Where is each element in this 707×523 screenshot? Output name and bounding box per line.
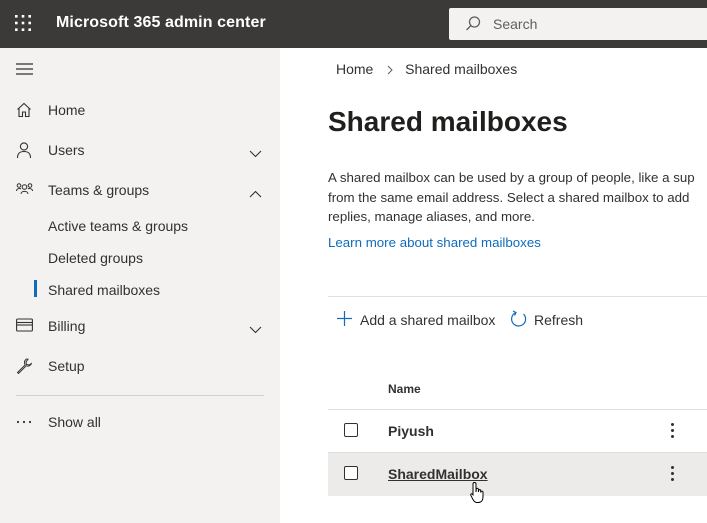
sidebar-item-label: Teams & groups <box>48 182 150 198</box>
sidebar-item-setup[interactable]: Setup <box>0 346 280 386</box>
sidebar-item-label: Deleted groups <box>48 250 143 266</box>
page-title: Shared mailboxes <box>328 106 568 137</box>
chevron-down-icon <box>249 145 262 163</box>
hand-cursor-icon <box>470 481 486 510</box>
search-input[interactable]: Search <box>449 8 707 40</box>
add-shared-mailbox-label: Add a shared mailbox <box>360 312 496 328</box>
app-launcher-icon[interactable] <box>14 14 32 32</box>
description-line: replies, manage aliases, and more. <box>328 209 535 224</box>
more-actions-icon[interactable] <box>668 421 676 441</box>
credit-card-icon <box>16 318 33 334</box>
chevron-down-icon <box>249 321 262 339</box>
wrench-icon <box>16 358 33 375</box>
search-placeholder: Search <box>493 16 538 32</box>
hamburger-menu-icon[interactable] <box>16 62 33 80</box>
refresh-icon <box>510 310 528 333</box>
app-title[interactable]: Microsoft 365 admin center <box>56 14 266 32</box>
sidebar-divider <box>16 395 264 396</box>
row-checkbox[interactable] <box>344 466 358 480</box>
sidebar-item-label: Setup <box>48 358 85 374</box>
search-icon <box>464 15 482 38</box>
breadcrumb-current: Shared mailboxes <box>405 61 518 77</box>
page-description: A shared mailbox can be used by a group … <box>328 168 707 227</box>
breadcrumb: Home Shared mailboxes <box>336 61 517 78</box>
plus-icon <box>336 310 353 332</box>
sidebar-item-label: Billing <box>48 318 86 334</box>
column-header-name[interactable]: Name <box>388 382 421 396</box>
sidebar-item-label: Shared mailboxes <box>48 282 161 298</box>
sidebar-item-teams-groups[interactable]: Teams & groups <box>0 170 280 210</box>
sidebar: Home Users Teams & groups Active teams &… <box>0 48 280 523</box>
sidebar-item-show-all[interactable]: Show all <box>0 402 280 442</box>
ellipsis-icon <box>16 414 32 430</box>
sidebar-item-home[interactable]: Home <box>0 90 280 130</box>
home-icon <box>16 102 32 118</box>
sidebar-item-users[interactable]: Users <box>0 130 280 170</box>
sidebar-item-billing[interactable]: Billing <box>0 306 280 346</box>
person-icon <box>16 142 32 159</box>
breadcrumb-home-link[interactable]: Home <box>336 61 373 77</box>
command-bar-divider <box>328 296 707 297</box>
chevron-right-icon <box>387 62 393 78</box>
main-content: Home Shared mailboxes Shared mailboxes A… <box>280 48 707 523</box>
sidebar-item-label: Show all <box>48 414 101 430</box>
sidebar-item-label: Active teams & groups <box>48 218 189 234</box>
sidebar-subitem-active-teams-groups[interactable]: Active teams & groups <box>0 210 280 242</box>
chevron-up-icon <box>249 185 262 203</box>
selected-indicator <box>34 280 37 297</box>
table-row[interactable]: SharedMailbox <box>328 453 707 496</box>
description-line: from the same email address. Select a sh… <box>328 189 690 205</box>
top-bar: Microsoft 365 admin center Search <box>0 0 707 48</box>
row-checkbox[interactable] <box>344 423 358 437</box>
refresh-label: Refresh <box>534 312 584 328</box>
sidebar-item-label: Home <box>48 102 86 118</box>
more-actions-icon[interactable] <box>668 464 676 484</box>
people-icon <box>16 182 33 198</box>
table-row[interactable]: Piyush <box>328 410 707 453</box>
sidebar-item-label: Users <box>48 142 85 158</box>
learn-more-link[interactable]: Learn more about shared mailboxes <box>328 235 541 250</box>
mailbox-name[interactable]: Piyush <box>388 423 434 439</box>
sidebar-subitem-deleted-groups[interactable]: Deleted groups <box>0 242 280 274</box>
sidebar-subitem-shared-mailboxes[interactable]: Shared mailboxes <box>0 274 280 306</box>
description-line: A shared mailbox can be used by a group … <box>328 170 695 185</box>
mailbox-name[interactable]: SharedMailbox <box>388 466 488 482</box>
